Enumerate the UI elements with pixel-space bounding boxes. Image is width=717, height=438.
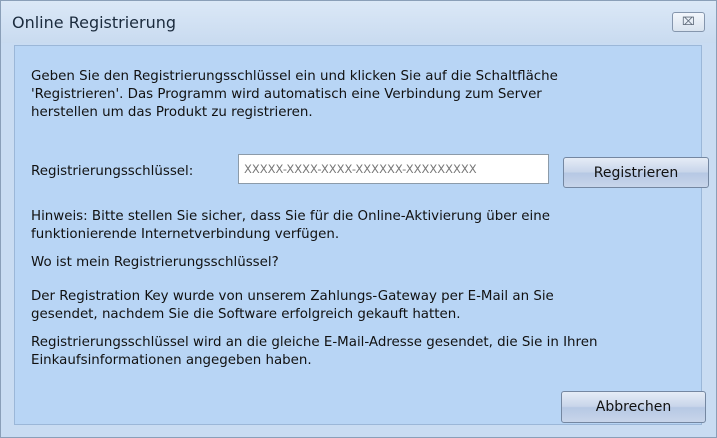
intro-line-2: 'Registrieren'. Das Programm wird automa…: [31, 87, 542, 102]
intro-line-3: herstellen um das Produkt zu registriere…: [31, 105, 313, 120]
intro-line-1: Geben Sie den Registrierungsschlüssel ei…: [31, 69, 558, 84]
registration-dialog: Online Registrierung ⌧ Geben Sie den Reg…: [0, 0, 717, 438]
registration-key-info-line-2: gesendet, nachdem Sie die Software erfol…: [31, 307, 461, 322]
close-button[interactable]: ⌧: [672, 12, 705, 32]
registration-key-label: Registrierungsschlüssel:: [31, 164, 194, 179]
register-button[interactable]: Registrieren: [563, 157, 709, 188]
window-title: Online Registrierung: [12, 13, 177, 32]
hint-line-2: funktionierende Internetverbindung verfü…: [31, 227, 340, 242]
email-address-info-line-1: Registrierungsschlüssel wird an die glei…: [31, 335, 598, 350]
dialog-content: Geben Sie den Registrierungsschlüssel ei…: [14, 45, 709, 425]
key-location-question: Wo ist mein Registrierungsschlüssel?: [31, 255, 279, 270]
email-address-info-line-2: Einkaufsinformationen angegeben haben.: [31, 353, 312, 368]
close-icon: ⌧: [682, 15, 695, 28]
title-bar[interactable]: Online Registrierung ⌧: [1, 1, 716, 43]
registration-key-info-line-1: Der Registration Key wurde von unserem Z…: [31, 289, 554, 304]
intro-text: Geben Sie den Registrierungsschlüssel ei…: [31, 68, 558, 122]
hint-text: Hinweis: Bitte stellen Sie sicher, dass …: [31, 208, 550, 244]
registration-key-input[interactable]: [238, 154, 549, 184]
email-address-info: Registrierungsschlüssel wird an die glei…: [31, 334, 597, 370]
registration-key-info: Der Registration Key wurde von unserem Z…: [31, 288, 554, 324]
hint-line-1: Hinweis: Bitte stellen Sie sicher, dass …: [31, 209, 550, 224]
cancel-button[interactable]: Abbrechen: [561, 391, 706, 423]
